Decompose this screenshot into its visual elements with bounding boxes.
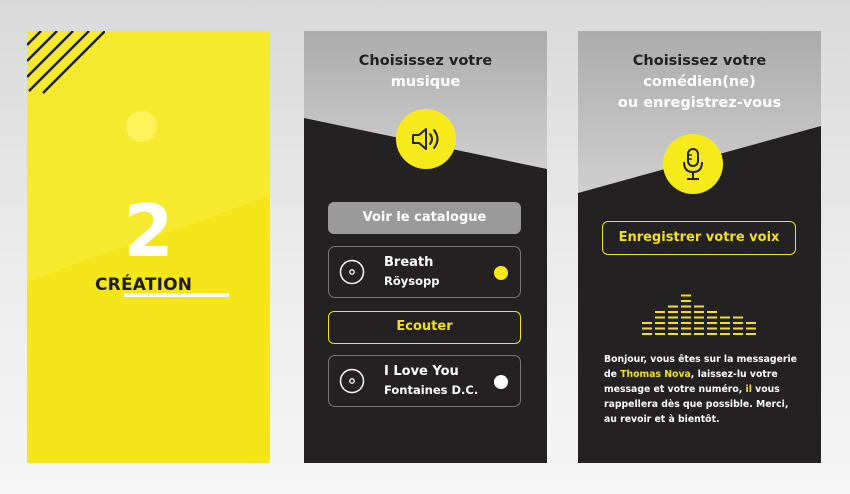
track-title: Breath [384,255,434,270]
record-voice-button[interactable]: Enregistrer votre voix [602,221,796,255]
track-title: I Love You [384,364,459,379]
speaker-icon [396,109,456,169]
track-artist: Fontaines D.C. [384,383,479,397]
music-panel: Choisissez votre musique Voir le catalog… [304,31,547,463]
view-catalog-button[interactable]: Voir le catalogue [328,202,521,234]
page-title: Choisissez votre musique [358,53,493,90]
radio-selected[interactable] [494,266,508,280]
step-label: CRÉATION [95,275,193,295]
radio-unselected[interactable] [494,375,508,389]
step-number: 2 [123,189,174,273]
disc-icon [339,259,365,285]
microphone-icon [663,134,723,194]
voicemail-message: Bonjour, vous êtes sur la messagerie de … [604,354,797,425]
listen-button[interactable]: Ecouter [328,311,521,344]
disc-icon [339,368,365,394]
track-item[interactable]: Breath Röysopp [328,246,521,298]
page-title: Choisissez votre comédien(ne) ou enregis… [617,53,782,111]
track-item[interactable]: I Love You Fontaines D.C. [328,355,521,407]
equalizer-icon [642,294,756,335]
voice-panel: Choisissez votre comédien(ne) ou enregis… [578,31,821,463]
track-artist: Röysopp [384,274,440,288]
creation-panel: 2 CRÉATION [27,31,270,463]
circle-decoration [126,111,157,142]
stripes-decoration [27,31,105,94]
